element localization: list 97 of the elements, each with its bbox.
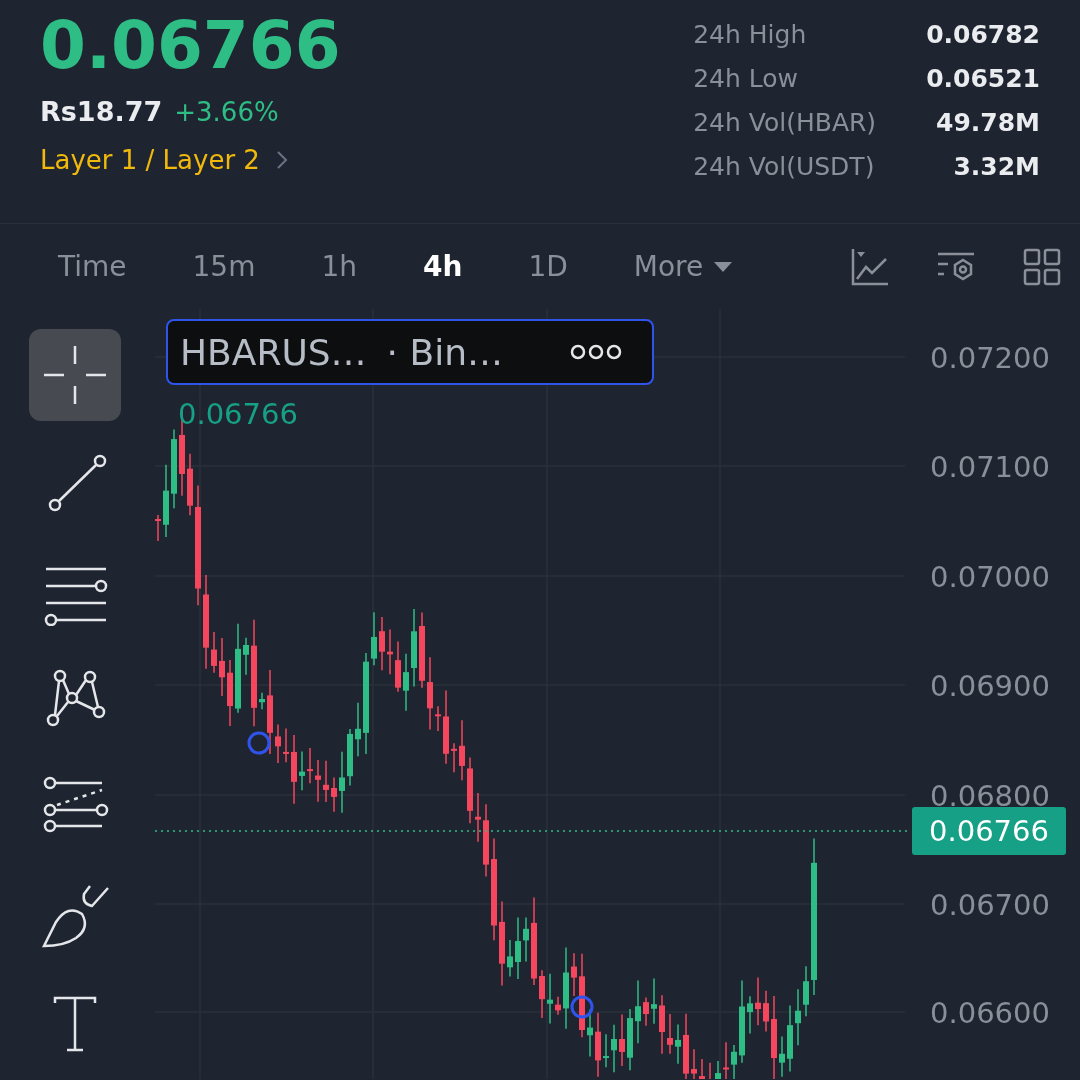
candlestick: [347, 728, 353, 787]
candlestick: [331, 776, 337, 813]
symbol-name: HBARUS…: [180, 331, 367, 373]
timeframe-tab[interactable]: 15m: [174, 244, 274, 289]
event-marker[interactable]: [247, 731, 271, 755]
candlestick: [763, 989, 769, 1033]
candlestick: [643, 996, 649, 1027]
candlestick: [779, 1035, 785, 1078]
event-marker[interactable]: [570, 995, 594, 1019]
more-dropdown[interactable]: More: [615, 244, 752, 289]
candlestick: [403, 653, 409, 712]
stat-label: 24h Low: [693, 63, 800, 95]
timeframe-tab[interactable]: 4h: [405, 244, 481, 289]
candlestick: [523, 916, 529, 963]
candlestick: [243, 636, 249, 676]
candlestick: [699, 1058, 705, 1079]
candlestick: [355, 702, 361, 757]
stat-value: 0.06521: [926, 63, 1040, 95]
price-axis-label: 0.06900: [930, 669, 1050, 703]
candlestick: [187, 453, 193, 516]
candlestick: [595, 1012, 601, 1078]
stat-value: 49.78M: [935, 107, 1040, 139]
candlestick: [787, 1004, 793, 1073]
candlestick: [475, 792, 481, 843]
candlestick: [459, 719, 465, 781]
candlestick: [387, 628, 393, 676]
candlestick: [275, 723, 281, 764]
candlestick: [731, 1044, 737, 1079]
candlestick: [651, 977, 657, 1025]
candlestick: [635, 979, 641, 1044]
candlestick: [395, 640, 401, 693]
timeframe-tab[interactable]: Time: [40, 244, 145, 289]
caret-icon: [713, 260, 734, 273]
candlestick: [435, 705, 441, 732]
candlestick: [451, 742, 457, 773]
candlestick: [291, 734, 297, 805]
stat-label: 24h High: [693, 19, 808, 51]
candlestick: [803, 965, 809, 1018]
category-link[interactable]: Layer 1 / Layer 2: [40, 145, 260, 175]
timeframe-tab[interactable]: 1D: [510, 244, 586, 289]
candlestick: [339, 751, 345, 814]
fiat-price: Rs18.77: [40, 96, 163, 127]
candlestick: [323, 760, 329, 803]
grid-layout-icon[interactable]: [1022, 246, 1062, 287]
candlestick: [611, 1023, 617, 1073]
last-price-tag: 0.06766: [912, 807, 1066, 855]
candlestick: [715, 1060, 721, 1079]
timeframe-tab[interactable]: 1h: [303, 244, 375, 289]
candlestick: [755, 976, 761, 1027]
price-axis-label: 0.07100: [930, 450, 1050, 484]
candlestick: [675, 1023, 681, 1065]
stat-value: 3.32M: [952, 151, 1040, 183]
candlestick: [587, 1008, 593, 1058]
candlestick: [155, 514, 161, 542]
candlestick: [691, 1048, 697, 1079]
exchange-name: · Bin…: [386, 331, 503, 373]
symbol-legend[interactable]: HBARUS… · Bin…: [166, 319, 654, 385]
candlestick: [283, 727, 289, 764]
price-axis-label: 0.06700: [930, 888, 1050, 922]
candlestick: [723, 1041, 729, 1079]
candlestick: [219, 637, 225, 697]
candlestick: [747, 995, 753, 1035]
candlestick: [627, 1008, 633, 1072]
candlestick: [515, 916, 521, 980]
candlestick: [795, 988, 801, 1046]
price-axis-label: 0.07000: [930, 560, 1050, 594]
candlestick: [619, 1013, 625, 1067]
candlestick: [507, 939, 513, 978]
last-price: 0.06766: [40, 6, 341, 86]
chevron-right-icon: [275, 150, 288, 170]
stat-label: 24h Vol(USDT): [693, 151, 876, 183]
candlestick: [307, 747, 313, 785]
candlestick: [659, 994, 665, 1055]
stat-label: 24h Vol(HBAR): [693, 107, 877, 139]
candlestick: [539, 969, 545, 1019]
candlestick: [467, 756, 473, 825]
more-icon[interactable]: [570, 344, 622, 360]
candlestick: [315, 759, 321, 803]
candlestick: [211, 631, 217, 674]
stat-value: 0.06782: [926, 19, 1040, 51]
candlestick: [227, 659, 233, 727]
candlestick: [259, 691, 265, 710]
candlestick: [371, 611, 377, 666]
candlestick: [709, 1061, 711, 1079]
candlestick: [603, 1033, 609, 1069]
candlestick: [299, 750, 305, 792]
price-change: +3.66%: [174, 97, 279, 127]
candlestick: [571, 952, 577, 997]
line-chart-icon[interactable]: [850, 246, 890, 287]
candlestick: [547, 972, 553, 1025]
candlestick: [683, 1013, 689, 1079]
high-price-label: 0.06766: [178, 397, 298, 431]
candlestick: [667, 1013, 673, 1055]
candlestick: [379, 616, 385, 672]
price-axis-label: 0.06600: [930, 996, 1050, 1030]
candlestick: [555, 996, 561, 1016]
price-axis-label: 0.07200: [930, 341, 1050, 375]
